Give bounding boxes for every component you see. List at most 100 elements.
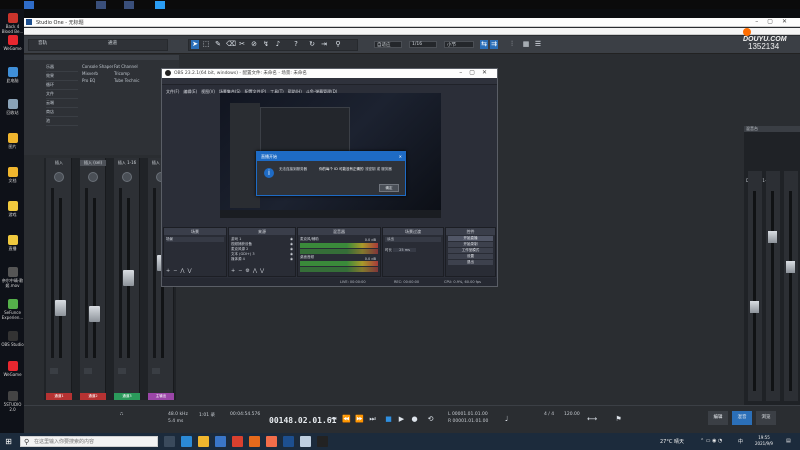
source-item[interactable]: 媒体源 4 ◉ bbox=[231, 257, 293, 262]
studio-one-icon[interactable] bbox=[283, 436, 294, 447]
output-fader[interactable] bbox=[786, 261, 795, 273]
scene-item[interactable]: 场景 bbox=[166, 237, 224, 242]
desktop-icon[interactable]: SeFunce Experien... bbox=[1, 299, 24, 320]
mute-tool-icon[interactable]: ⊘ bbox=[250, 40, 258, 49]
output-fader[interactable] bbox=[768, 231, 777, 243]
source-controls[interactable]: +−⚙⋀⋁ bbox=[231, 268, 267, 274]
weather[interactable]: 27°C 晴天 bbox=[660, 438, 684, 445]
zoom-icon[interactable]: ⚲ bbox=[334, 40, 342, 49]
edge-icon[interactable] bbox=[181, 436, 192, 447]
rewind-start-icon[interactable]: ⏮ bbox=[329, 415, 338, 424]
folder-icon[interactable] bbox=[198, 436, 209, 447]
obs-control-button[interactable]: 开始录制 bbox=[448, 242, 493, 247]
listen-tool-icon[interactable]: ♪ bbox=[274, 40, 282, 49]
snap-dropdown[interactable]: 自适应 bbox=[374, 41, 402, 48]
obs-control-button[interactable]: 工作室模式 bbox=[448, 248, 493, 253]
mixer-volume-slider[interactable] bbox=[300, 267, 378, 272]
rewind-icon[interactable]: ⏪ bbox=[342, 415, 351, 424]
search-input[interactable] bbox=[34, 438, 156, 446]
plane-icon[interactable] bbox=[300, 436, 311, 447]
desktop-icon[interactable]: OBS Studio bbox=[1, 331, 24, 347]
photos-icon[interactable] bbox=[266, 436, 277, 447]
tab-icon[interactable] bbox=[96, 1, 106, 9]
mute-button[interactable] bbox=[50, 368, 58, 374]
dialog-close-icon[interactable]: ✕ bbox=[399, 152, 402, 161]
browser-list-item[interactable]: Tube Technic bbox=[114, 77, 144, 84]
tab-browse[interactable]: 浏览 bbox=[756, 411, 776, 425]
stop-icon[interactable]: ■ bbox=[384, 415, 393, 424]
browser-list-item[interactable]: 乐器 bbox=[46, 63, 78, 72]
browser-list-item[interactable]: 商店 bbox=[46, 108, 78, 117]
channel-color-strip[interactable]: 通道1 bbox=[46, 393, 72, 400]
task-view-icon[interactable] bbox=[164, 436, 175, 447]
channel-fader[interactable] bbox=[89, 306, 100, 322]
list-view-icon[interactable]: ☰ bbox=[534, 40, 542, 49]
chrome-icon[interactable] bbox=[232, 436, 243, 447]
mixer-volume-slider[interactable] bbox=[300, 249, 378, 254]
desktop-icon[interactable]: WeGame bbox=[1, 361, 24, 377]
browser-list-item[interactable]: Fat Channel bbox=[114, 63, 144, 70]
pan-knob[interactable] bbox=[88, 172, 98, 182]
obs-menu-item[interactable]: 文件(F) bbox=[166, 88, 179, 95]
desktop-icon[interactable]: 5STUDIO 2.0 bbox=[1, 391, 24, 412]
forward-end-icon[interactable]: ⏭ bbox=[368, 415, 377, 424]
desktop-icon[interactable]: 奈尔中晴·歌姬.mov bbox=[1, 267, 24, 288]
channel-insert-label[interactable]: 插入 (sel) bbox=[80, 160, 106, 166]
tray-icons[interactable]: ⌃ ▭ ◉ ◔ bbox=[700, 438, 722, 444]
obs-icon[interactable] bbox=[317, 436, 328, 447]
desktop-icon[interactable]: 文档 bbox=[1, 167, 24, 183]
help-icon[interactable]: ? bbox=[292, 40, 300, 49]
forward-icon[interactable]: ⏩ bbox=[355, 415, 364, 424]
channel-color-strip[interactable]: 通道2 bbox=[80, 393, 106, 400]
browser-list-item[interactable]: 云端 bbox=[46, 99, 78, 108]
eye-icon[interactable]: ◉ bbox=[290, 257, 293, 262]
right-locator[interactable]: R 00001.01.01.00 bbox=[448, 419, 488, 424]
desktop-icon[interactable]: 回收站 bbox=[1, 99, 24, 115]
firefox-icon[interactable] bbox=[249, 436, 260, 447]
taskbar-clock[interactable]: 19:55 2021/9/9 bbox=[749, 435, 779, 447]
desktop-icon[interactable]: 游戏 bbox=[1, 201, 24, 217]
range-tool-icon[interactable]: ⬚ bbox=[202, 40, 210, 49]
browser-list-item[interactable]: 效果 bbox=[46, 72, 78, 81]
taskbar-search[interactable]: ⚲ bbox=[20, 436, 158, 447]
duration-input[interactable]: 25 ms bbox=[393, 248, 416, 252]
browser-list-item[interactable]: 池 bbox=[46, 117, 78, 126]
arrow-tool-icon[interactable]: ➤ bbox=[191, 40, 199, 49]
browser-list-item[interactable]: Pro EQ bbox=[82, 77, 114, 84]
ime-indicator[interactable]: 中 bbox=[738, 438, 743, 445]
tab-icon[interactable] bbox=[124, 1, 134, 9]
browser-list-item[interactable]: Mixverb bbox=[82, 70, 114, 77]
channel-fader[interactable] bbox=[123, 270, 134, 286]
obs-control-button[interactable]: 设置 bbox=[448, 254, 493, 259]
channel-insert-label[interactable]: 插入 1-16 bbox=[114, 160, 140, 166]
split-tool-icon[interactable]: ✂ bbox=[238, 40, 246, 49]
obs-menu-item[interactable]: 视图(V) bbox=[201, 88, 215, 95]
transition-type-select[interactable]: 淡出 bbox=[385, 237, 441, 242]
loop-icon[interactable]: ↻ bbox=[308, 40, 316, 49]
desktop-icon[interactable]: 直播 bbox=[1, 235, 24, 251]
scene-controls[interactable]: +−⋀⋁ bbox=[166, 268, 195, 274]
browser-list-item[interactable]: 文件 bbox=[46, 90, 78, 99]
timecode-icon[interactable]: ⟷ bbox=[587, 415, 597, 424]
obs-preview[interactable]: 直播开始 ✕ i 无法连接到服务器 你的每个 ID 可能没有正确的 流密钥 或 服… bbox=[220, 93, 441, 218]
tab-mix[interactable]: 混音 bbox=[732, 411, 752, 425]
grid-view-icon[interactable]: ▦ bbox=[522, 40, 530, 49]
left-locator[interactable]: L 00001.01.01.00 bbox=[448, 412, 488, 417]
skip-icon[interactable]: ⇥ bbox=[320, 40, 328, 49]
pencil-tool-icon[interactable]: ✎ bbox=[214, 40, 222, 49]
obs-control-button[interactable]: 开始直播 bbox=[448, 236, 493, 241]
metronome-icon[interactable]: ♩ bbox=[502, 415, 511, 424]
obs-control-button[interactable]: 退出 bbox=[448, 260, 493, 265]
quantize-dropdown[interactable]: 1/16 bbox=[409, 41, 437, 48]
transport-time[interactable]: 00148.02.01.61 bbox=[269, 416, 336, 425]
desktop-icon[interactable]: 图片 bbox=[1, 133, 24, 149]
tempo[interactable]: 120.00 bbox=[564, 412, 580, 417]
tab-icon[interactable] bbox=[24, 1, 34, 9]
desktop-icon[interactable]: 此电脑 bbox=[1, 67, 24, 83]
eraser-tool-icon[interactable]: ⌫ bbox=[226, 40, 236, 49]
desktop-icon[interactable]: Back 4 Blood Be... bbox=[1, 13, 24, 34]
notification-icon[interactable]: ▤ bbox=[786, 438, 791, 444]
browser-list-item[interactable]: Console Shaper bbox=[82, 63, 114, 70]
obs-window-controls[interactable]: –▢✕ bbox=[459, 69, 494, 76]
bend-tool-icon[interactable]: ↯ bbox=[262, 40, 270, 49]
